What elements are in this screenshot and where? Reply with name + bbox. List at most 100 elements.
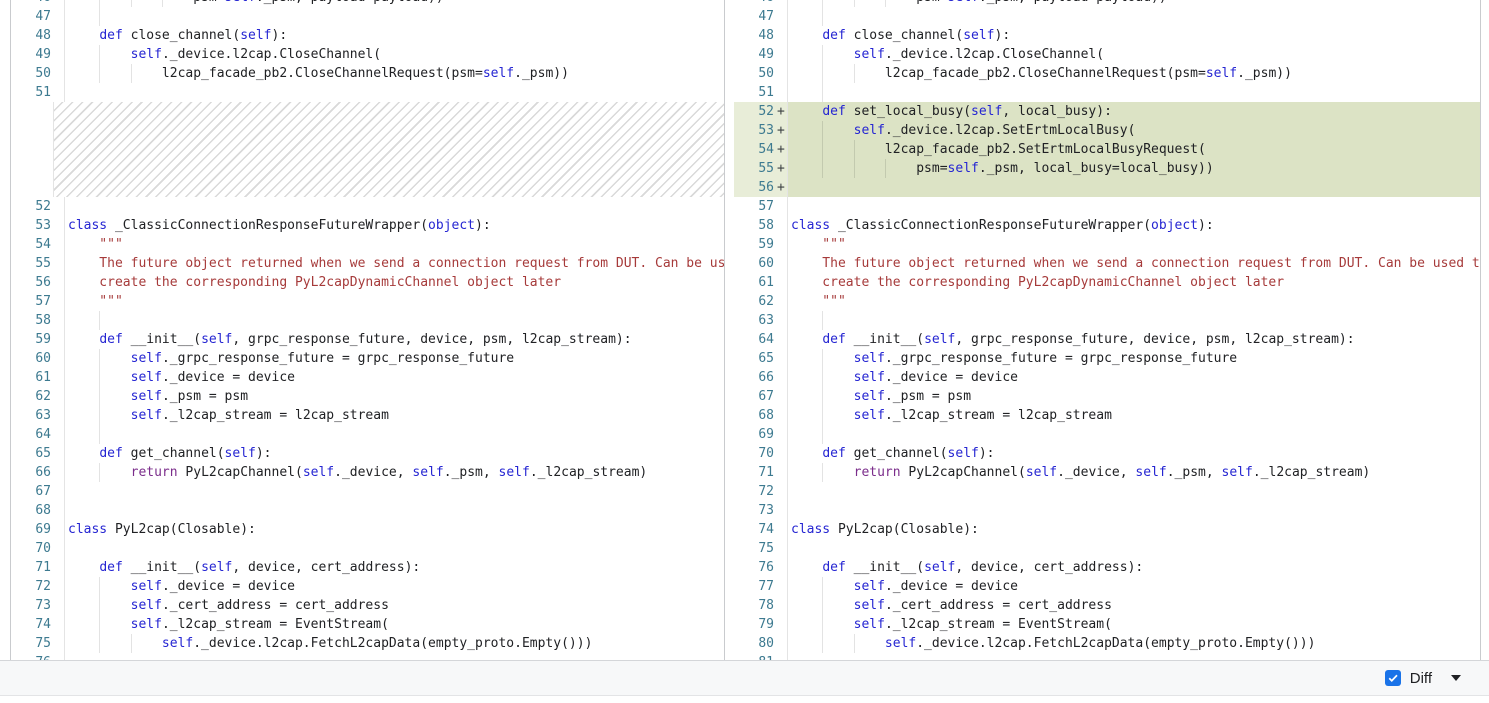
- line-number[interactable]: 69: [11, 520, 53, 539]
- line-number[interactable]: 46: [11, 0, 53, 7]
- code-line[interactable]: 72: [734, 482, 1480, 501]
- line-number[interactable]: 71: [734, 463, 776, 482]
- code-line[interactable]: 65 def get_channel(self):: [11, 444, 724, 463]
- code-text[interactable]: [787, 83, 1480, 102]
- line-number[interactable]: 74: [11, 615, 53, 634]
- code-text[interactable]: The future object returned when we send …: [787, 254, 1480, 273]
- code-line[interactable]: 76 def __init__(self, device, cert_addre…: [734, 558, 1480, 577]
- line-number[interactable]: 76: [734, 558, 776, 577]
- line-number[interactable]: 49: [734, 45, 776, 64]
- code-line[interactable]: 76: [11, 653, 724, 660]
- line-number[interactable]: 53: [11, 216, 53, 235]
- code-text[interactable]: [64, 425, 724, 444]
- line-number[interactable]: 70: [11, 539, 53, 558]
- code-line[interactable]: 71 def __init__(self, device, cert_addre…: [11, 558, 724, 577]
- code-line[interactable]: 51: [11, 83, 724, 102]
- code-text[interactable]: """: [64, 292, 724, 311]
- line-number[interactable]: 48: [734, 26, 776, 45]
- code-line[interactable]: 57 """: [11, 292, 724, 311]
- line-number[interactable]: 72: [734, 482, 776, 501]
- line-number[interactable]: 81: [734, 653, 776, 660]
- line-number[interactable]: 64: [734, 330, 776, 349]
- line-number[interactable]: 64: [11, 425, 53, 444]
- code-text[interactable]: [64, 7, 724, 26]
- line-number[interactable]: 61: [11, 368, 53, 387]
- code-text[interactable]: self._device.l2cap.CloseChannel(: [787, 45, 1480, 64]
- code-line[interactable]: 56 create the corresponding PyL2capDynam…: [11, 273, 724, 292]
- code-text[interactable]: def set_local_busy(self, local_busy):: [787, 102, 1480, 121]
- code-line[interactable]: 66 return PyL2capChannel(self._device, s…: [11, 463, 724, 482]
- code-line[interactable]: 54 """: [11, 235, 724, 254]
- code-text[interactable]: return PyL2capChannel(self._device, self…: [64, 463, 724, 482]
- code-text[interactable]: The future object returned when we send …: [64, 254, 724, 273]
- code-line[interactable]: 66 self._device = device: [734, 368, 1480, 387]
- code-line[interactable]: 75 self._device.l2cap.FetchL2capData(emp…: [11, 634, 724, 653]
- code-line[interactable]: 73 self._cert_address = cert_address: [11, 596, 724, 615]
- code-text[interactable]: psm=self._psm, local_busy=local_busy)): [787, 159, 1480, 178]
- code-text[interactable]: self._device = device: [64, 368, 724, 387]
- code-text[interactable]: self._device.l2cap.FetchL2capData(empty_…: [64, 634, 724, 653]
- code-line[interactable]: 77 self._device = device: [734, 577, 1480, 596]
- code-line[interactable]: 75: [734, 539, 1480, 558]
- code-text[interactable]: def __init__(self, grpc_response_future,…: [64, 330, 724, 349]
- line-number[interactable]: 67: [734, 387, 776, 406]
- line-number[interactable]: 71: [11, 558, 53, 577]
- chevron-down-icon[interactable]: [1451, 675, 1461, 681]
- code-text[interactable]: class PyL2cap(Closable):: [787, 520, 1480, 539]
- code-text[interactable]: [64, 482, 724, 501]
- code-line[interactable]: 46 psm=self._psm, payload=payload)): [734, 0, 1480, 7]
- code-text[interactable]: def __init__(self, grpc_response_future,…: [787, 330, 1480, 349]
- line-number[interactable]: 66: [734, 368, 776, 387]
- code-text[interactable]: [64, 653, 724, 660]
- code-text[interactable]: [64, 311, 724, 330]
- line-number[interactable]: 60: [734, 254, 776, 273]
- line-number[interactable]: 75: [734, 539, 776, 558]
- code-line[interactable]: 61 create the corresponding PyL2capDynam…: [734, 273, 1480, 292]
- code-line[interactable]: 67: [11, 482, 724, 501]
- line-number[interactable]: 56: [11, 273, 53, 292]
- line-number[interactable]: 60: [11, 349, 53, 368]
- line-number[interactable]: 78: [734, 596, 776, 615]
- line-number[interactable]: 52: [11, 197, 53, 216]
- code-line[interactable]: 69class PyL2cap(Closable):: [11, 520, 724, 539]
- code-text[interactable]: l2cap_facade_pb2.CloseChannelRequest(psm…: [787, 64, 1480, 83]
- code-text[interactable]: [64, 539, 724, 558]
- code-text[interactable]: [64, 83, 724, 102]
- code-line[interactable]: 62 """: [734, 292, 1480, 311]
- code-line[interactable]: 47: [734, 7, 1480, 26]
- line-number[interactable]: 63: [734, 311, 776, 330]
- code-line[interactable]: 71 return PyL2capChannel(self._device, s…: [734, 463, 1480, 482]
- code-line[interactable]: 52: [11, 197, 724, 216]
- line-number[interactable]: 59: [734, 235, 776, 254]
- code-text[interactable]: def close_channel(self):: [64, 26, 724, 45]
- line-number[interactable]: 55: [11, 254, 53, 273]
- line-number[interactable]: 68: [734, 406, 776, 425]
- code-line[interactable]: 68: [11, 501, 724, 520]
- code-text[interactable]: l2cap_facade_pb2.CloseChannelRequest(psm…: [64, 64, 724, 83]
- code-text[interactable]: self._l2cap_stream = l2cap_stream: [787, 406, 1480, 425]
- code-line[interactable]: 73: [734, 501, 1480, 520]
- code-line[interactable]: 63 self._l2cap_stream = l2cap_stream: [11, 406, 724, 425]
- code-text[interactable]: self._device = device: [787, 368, 1480, 387]
- line-number[interactable]: 68: [11, 501, 53, 520]
- line-number[interactable]: 53: [734, 121, 776, 140]
- code-line[interactable]: 50 l2cap_facade_pb2.CloseChannelRequest(…: [734, 64, 1480, 83]
- code-text[interactable]: return PyL2capChannel(self._device, self…: [787, 463, 1480, 482]
- code-text[interactable]: self._device.l2cap.SetErtmLocalBusy(: [787, 121, 1480, 140]
- code-line[interactable]: 70: [11, 539, 724, 558]
- line-number[interactable]: 58: [734, 216, 776, 235]
- code-text[interactable]: self._l2cap_stream = l2cap_stream: [64, 406, 724, 425]
- code-line[interactable]: 63: [734, 311, 1480, 330]
- code-line[interactable]: 65 self._grpc_response_future = grpc_res…: [734, 349, 1480, 368]
- line-number[interactable]: 51: [11, 83, 53, 102]
- code-text[interactable]: """: [787, 235, 1480, 254]
- code-line[interactable]: 50 l2cap_facade_pb2.CloseChannelRequest(…: [11, 64, 724, 83]
- code-line-added[interactable]: 55+ psm=self._psm, local_busy=local_busy…: [734, 159, 1480, 178]
- line-number[interactable]: 49: [11, 45, 53, 64]
- code-text[interactable]: self._l2cap_stream = EventStream(: [787, 615, 1480, 634]
- code-text[interactable]: self._cert_address = cert_address: [787, 596, 1480, 615]
- line-number[interactable]: 77: [734, 577, 776, 596]
- line-number[interactable]: 51: [734, 83, 776, 102]
- line-number[interactable]: 73: [734, 501, 776, 520]
- code-text[interactable]: self._cert_address = cert_address: [64, 596, 724, 615]
